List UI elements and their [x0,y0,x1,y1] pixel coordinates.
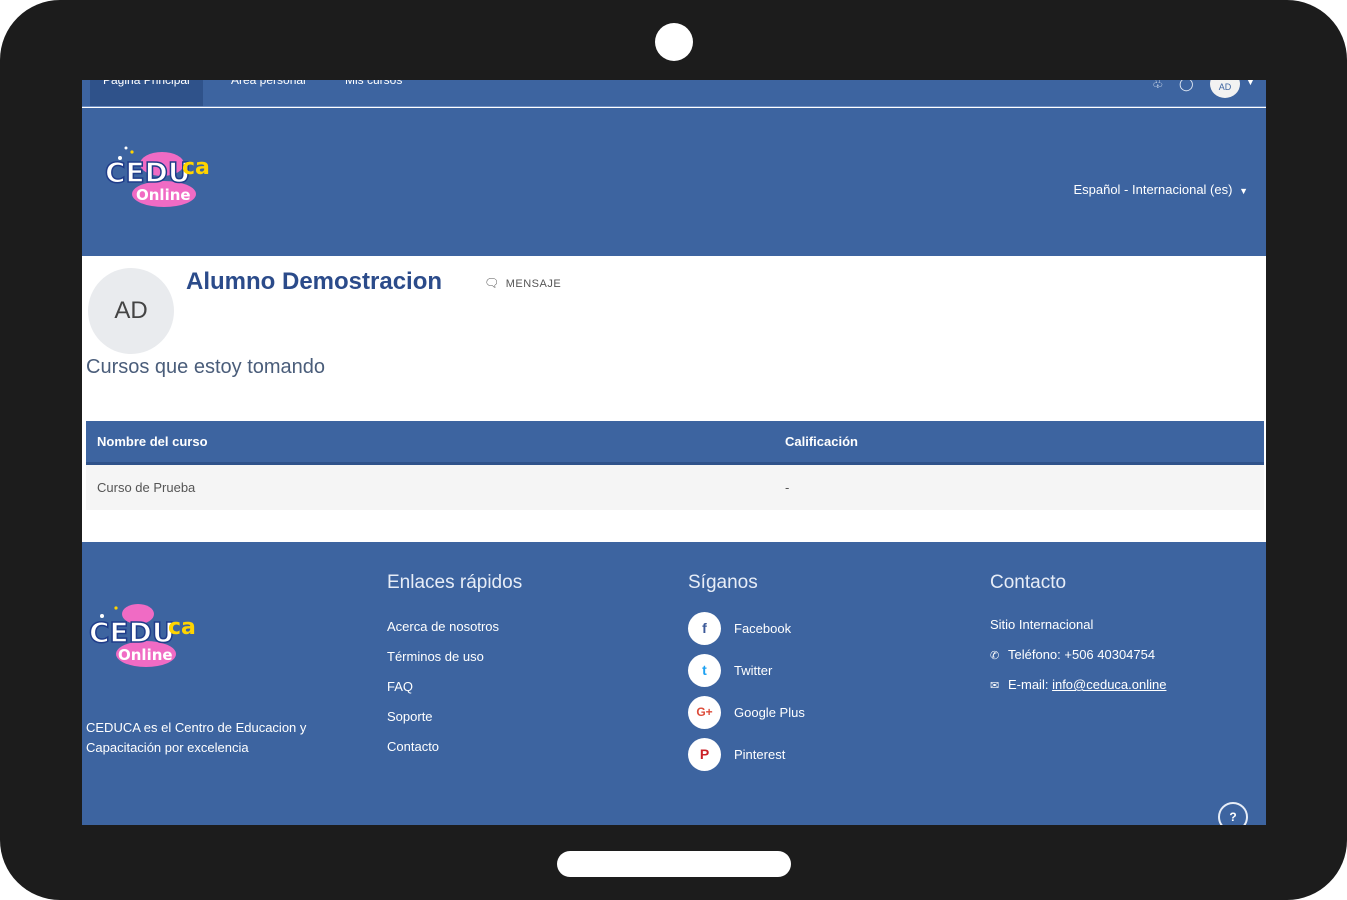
contact-info: Sitio Internacional ✆ Teléfono: +506 4030… [990,617,1166,707]
bell-icon[interactable]: ♧ [1152,80,1164,92]
contact-email-label: E-mail: [1008,677,1049,692]
contact-phone-row: ✆ Teléfono: +506 40304754 [990,647,1166,677]
quick-links-heading: Enlaces rápidos [387,572,523,593]
section-heading: Cursos que estoy tomando [86,356,326,378]
table-row: Curso de Prueba - [86,463,1264,510]
camera-dot [655,23,693,61]
social-label: Facebook [734,620,792,636]
footer-logo-text-main: CEDU [89,616,175,649]
nav-item-home[interactable]: Página Principal [90,80,203,106]
footer-link-faq[interactable]: FAQ [387,679,499,709]
grade-cell: - [774,463,1264,510]
envelope-icon: ✉ [990,680,1000,692]
column-header-grade[interactable]: Calificación [774,421,1264,465]
home-button[interactable] [557,851,791,877]
chevron-down-icon[interactable]: ▼ [1246,80,1255,87]
social-link-twitter[interactable]: t Twitter [688,649,805,691]
nav-item-dashboard[interactable]: Área personal [218,80,319,106]
follow-heading: Síganos [688,572,758,593]
logo-text-accent: ca [182,155,210,180]
table-header-row: Nombre del curso Calificación [86,421,1264,465]
social-link-google-plus[interactable]: G+ Google Plus [688,691,805,733]
footer-link-terms[interactable]: Términos de uso [387,649,499,679]
footer-ceduca-logo: CEDU ca Online [88,604,196,667]
social-link-pinterest[interactable]: P Pinterest [688,733,805,775]
quick-links-list: Acerca de nosotros Términos de uso FAQ S… [387,619,499,769]
course-name-cell[interactable]: Curso de Prueba [86,463,774,510]
social-label: Pinterest [734,746,786,762]
top-navbar: Página Principal Área personal Mis curso… [82,80,1266,107]
facebook-icon: f [688,611,721,645]
ceduca-logo[interactable]: CEDU ca Online [102,134,222,214]
logo-badge: Online [136,186,191,204]
tablet-frame: Página Principal Área personal Mis curso… [0,0,1347,900]
social-links: f Facebook t Twitter G+ Google Plus P Pi… [688,611,805,787]
profile-section: AD Alumno Demostracion 🗨︎ MENSAJE Cursos … [82,256,1266,542]
social-link-facebook[interactable]: f Facebook [688,607,805,649]
contact-phone: Teléfono: +506 40304754 [1008,647,1156,662]
chat-icon[interactable]: ◯ [1179,80,1194,92]
footer-logo-text-accent: ca [168,615,196,640]
message-button[interactable]: 🗨︎ MENSAJE [484,276,561,290]
footer-about-text: CEDUCA es el Centro de Educacion y Capac… [86,720,307,755]
nav-item-my-courses[interactable]: Mis cursos [332,80,415,106]
column-header-course[interactable]: Nombre del curso [86,421,774,465]
social-label: Google Plus [734,704,805,720]
footer-link-contact[interactable]: Contacto [387,739,499,769]
language-label: Español - Internacional (es) [1073,182,1233,197]
contact-heading: Contacto [990,572,1067,593]
app-screen: Página Principal Área personal Mis curso… [82,80,1266,825]
contact-email-row: ✉ E-mail: info@ceduca.online [990,677,1166,707]
message-label: MENSAJE [505,278,562,290]
site-footer: CEDU ca Online CEDUCA es el Centro de Ed… [82,542,1266,825]
footer-link-support[interactable]: Soporte [387,709,499,739]
social-label: Twitter [734,662,773,678]
logo-text-main: CEDU [105,156,191,189]
user-menu-avatar[interactable]: AD [1210,80,1240,98]
google-plus-icon: G+ [688,695,721,729]
avatar: AD [88,268,174,354]
twitter-icon: t [688,653,721,687]
pinterest-icon: P [688,737,721,771]
contact-email-link[interactable]: info@ceduca.online [1052,677,1166,692]
phone-icon: ✆ [990,650,1000,662]
footer-logo-badge: Online [118,646,173,664]
chevron-down-icon: ▼ [1239,186,1248,196]
contact-site: Sitio Internacional [990,617,1094,632]
courses-table: Nombre del curso Calificación Curso de P… [86,421,1264,510]
help-button[interactable]: ? [1218,802,1248,825]
language-selector[interactable]: Español - Internacional (es) ▼ [1073,182,1248,197]
page-title: Alumno Demostracion [186,268,443,295]
footer-link-about[interactable]: Acerca de nosotros [387,619,499,649]
speech-bubble-icon: 🗨︎ [484,276,500,290]
header-banner: CEDU ca Online Español - Internacional (… [82,108,1266,256]
